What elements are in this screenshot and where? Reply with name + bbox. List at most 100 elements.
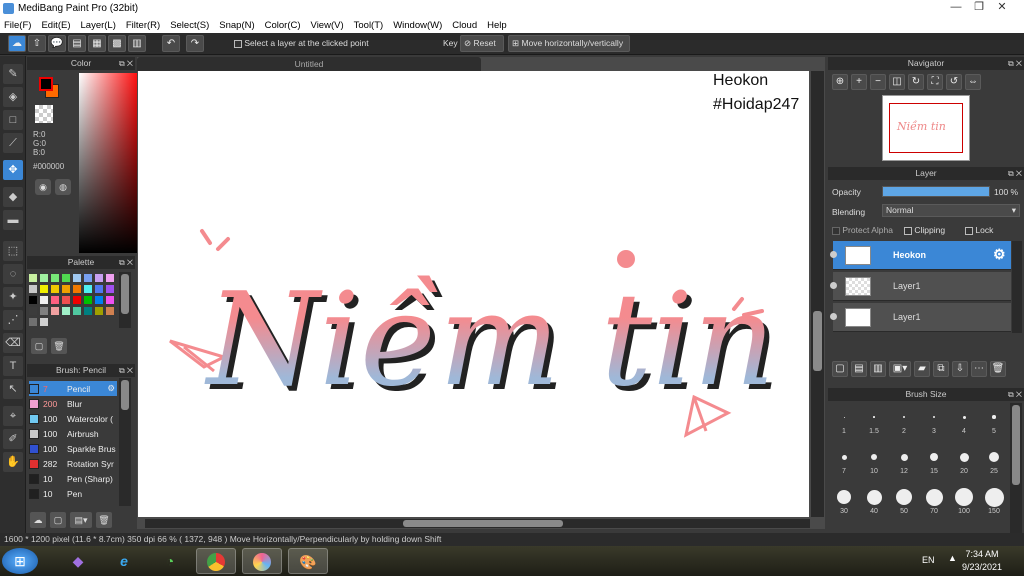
brush-size-scrollbar[interactable] bbox=[1010, 403, 1022, 535]
palette-swatch[interactable] bbox=[84, 296, 92, 304]
new-layer-icon[interactable]: ▢ bbox=[832, 361, 848, 377]
palette-swatch[interactable] bbox=[40, 318, 48, 326]
menu-filter[interactable]: Filter(R) bbox=[122, 20, 166, 31]
menu-view[interactable]: View(V) bbox=[307, 20, 350, 31]
panel-controls-icon[interactable]: ⧉ ✕ bbox=[119, 57, 133, 70]
color-picker-icon[interactable]: ◍ bbox=[55, 179, 71, 195]
palette-swatch[interactable] bbox=[40, 285, 48, 293]
blending-select[interactable]: Normal ▾ bbox=[882, 204, 1020, 217]
primary-color-swatch[interactable] bbox=[39, 77, 53, 91]
panel-controls-icon[interactable]: ⧉ ✕ bbox=[1008, 167, 1022, 180]
palette-swatch[interactable] bbox=[84, 274, 92, 282]
brush-size-cell[interactable]: 12 bbox=[890, 443, 918, 481]
lasso-tool-icon[interactable]: ◌ bbox=[3, 264, 23, 284]
undo-icon[interactable]: ↶ bbox=[162, 35, 180, 52]
coccoc-icon[interactable]: ◔ bbox=[150, 548, 190, 574]
opacity-slider[interactable] bbox=[882, 186, 990, 197]
brush-item[interactable]: 10 Pen bbox=[29, 486, 117, 501]
palette-swatch[interactable] bbox=[95, 296, 103, 304]
text-tool-icon[interactable]: T bbox=[3, 356, 23, 376]
paint-icon[interactable]: 🎨 bbox=[288, 548, 328, 574]
palette-swatch[interactable] bbox=[29, 318, 37, 326]
drawing-canvas[interactable]: Heokon #Hoidap247 Niềm tin Niềm tin bbox=[138, 71, 809, 517]
brush-size-cell[interactable]: 100 bbox=[950, 483, 978, 521]
palette-swatch[interactable] bbox=[106, 307, 114, 315]
brush-item[interactable]: 200 Blur bbox=[29, 396, 117, 411]
folder-icon[interactable]: ▰ bbox=[914, 361, 930, 377]
palette-swatch[interactable] bbox=[106, 274, 114, 282]
brush-size-cell[interactable]: 1.5 bbox=[860, 403, 888, 441]
magic-wand-icon[interactable]: ✦ bbox=[3, 287, 23, 307]
palette-swatch[interactable] bbox=[29, 296, 37, 304]
panel-controls-icon[interactable]: ⧉ ✕ bbox=[1008, 57, 1022, 70]
comment-icon[interactable]: 💬 bbox=[48, 35, 66, 52]
menu-snap[interactable]: Snap(N) bbox=[215, 20, 260, 31]
clipping-option[interactable]: Clipping bbox=[904, 225, 945, 235]
cloud-brush-icon[interactable]: ☁ bbox=[30, 512, 46, 528]
brush-size-cell[interactable]: 1 bbox=[830, 403, 858, 441]
menu-select[interactable]: Select(S) bbox=[166, 20, 215, 31]
move-tool-icon[interactable]: ✥ bbox=[3, 160, 23, 180]
palette-swatch[interactable] bbox=[40, 296, 48, 304]
select-layer-checkbox[interactable] bbox=[234, 39, 242, 48]
select-pen-icon[interactable]: ⋰ bbox=[3, 310, 23, 330]
palette-swatch[interactable] bbox=[51, 285, 59, 293]
eyedropper-tool-icon[interactable]: ⌖ bbox=[3, 406, 23, 426]
reset-button[interactable]: ⊘ Reset bbox=[460, 35, 504, 52]
palette-swatch[interactable] bbox=[62, 307, 70, 315]
new-1bit-layer-icon[interactable]: ▥ bbox=[870, 361, 886, 377]
document-icon[interactable]: ▦ bbox=[88, 35, 106, 52]
message-icon[interactable]: ▤ bbox=[68, 35, 86, 52]
palette-swatch[interactable] bbox=[95, 274, 103, 282]
close-button[interactable]: ✕ bbox=[991, 0, 1013, 14]
rectangle-tool-icon[interactable]: □ bbox=[3, 110, 23, 130]
visibility-icon[interactable] bbox=[830, 282, 837, 289]
horizontal-scroll-thumb[interactable] bbox=[403, 520, 563, 527]
list-icon[interactable]: ▥ bbox=[128, 35, 146, 52]
reset-rotation-icon[interactable]: ↺ bbox=[946, 74, 962, 90]
palette-swatch[interactable] bbox=[62, 285, 70, 293]
menu-layer[interactable]: Layer(L) bbox=[77, 20, 122, 31]
zoom-out-icon[interactable]: − bbox=[870, 74, 886, 90]
language-indicator[interactable]: EN bbox=[922, 555, 935, 565]
saturation-value-box[interactable] bbox=[79, 73, 141, 253]
brush-size-cell[interactable]: 70 bbox=[920, 483, 948, 521]
gradient-tool-icon[interactable]: ▬ bbox=[3, 210, 23, 230]
brush-item[interactable]: 100 Sparkle Brus bbox=[29, 441, 117, 456]
add-layer-menu-icon[interactable]: ▣▾ bbox=[889, 361, 911, 377]
clipping-checkbox[interactable] bbox=[904, 226, 912, 235]
add-palette-icon[interactable]: ▢ bbox=[31, 338, 47, 354]
delete-layer-icon[interactable]: 🗑 bbox=[990, 361, 1006, 377]
panel-controls-icon[interactable]: ⧉ ✕ bbox=[119, 364, 133, 377]
brush-size-cell[interactable]: 25 bbox=[980, 443, 1008, 481]
palette-swatch[interactable] bbox=[51, 274, 59, 282]
actual-size-icon[interactable]: ◫ bbox=[889, 74, 905, 90]
brush-size-cell[interactable]: 50 bbox=[890, 483, 918, 521]
brush-size-cell[interactable]: 150 bbox=[980, 483, 1008, 521]
layer-row-heokon[interactable]: Heokon ⚙ bbox=[830, 241, 1011, 270]
menu-help[interactable]: Help bbox=[483, 20, 513, 31]
up-arrow-icon[interactable]: ▲ bbox=[948, 553, 957, 563]
start-button[interactable]: ⊞ bbox=[2, 548, 38, 574]
brush-item[interactable]: 7 Pencil ⚙ bbox=[29, 381, 117, 396]
color-wheel-icon[interactable]: ◉ bbox=[35, 179, 51, 195]
palette-swatch[interactable] bbox=[106, 285, 114, 293]
maximize-button[interactable]: ❐ bbox=[968, 0, 990, 14]
grid-icon[interactable]: ▩ bbox=[108, 35, 126, 52]
palette-swatch[interactable] bbox=[73, 296, 81, 304]
brush-size-cell[interactable]: 2 bbox=[890, 403, 918, 441]
palette-swatch[interactable] bbox=[73, 285, 81, 293]
brush-scrollbar[interactable] bbox=[119, 378, 131, 506]
new-8bit-layer-icon[interactable]: ▤ bbox=[851, 361, 867, 377]
fill-tool-icon[interactable]: ◆ bbox=[3, 187, 23, 207]
menu-edit[interactable]: Edit(E) bbox=[37, 20, 76, 31]
horizontal-scrollbar[interactable] bbox=[145, 519, 810, 528]
divide-tool-icon[interactable]: ✐ bbox=[3, 429, 23, 449]
panel-controls-icon[interactable]: ⧉ ✕ bbox=[1008, 388, 1022, 401]
gear-icon[interactable]: ⚙ bbox=[107, 383, 117, 394]
palette-swatch[interactable] bbox=[40, 274, 48, 282]
system-clock[interactable]: 7:34 AM 9/23/2021 bbox=[962, 549, 1002, 572]
zoom-in-icon[interactable]: + bbox=[851, 74, 867, 90]
palette-swatch[interactable] bbox=[29, 307, 37, 315]
vertical-scrollbar[interactable] bbox=[811, 71, 824, 517]
